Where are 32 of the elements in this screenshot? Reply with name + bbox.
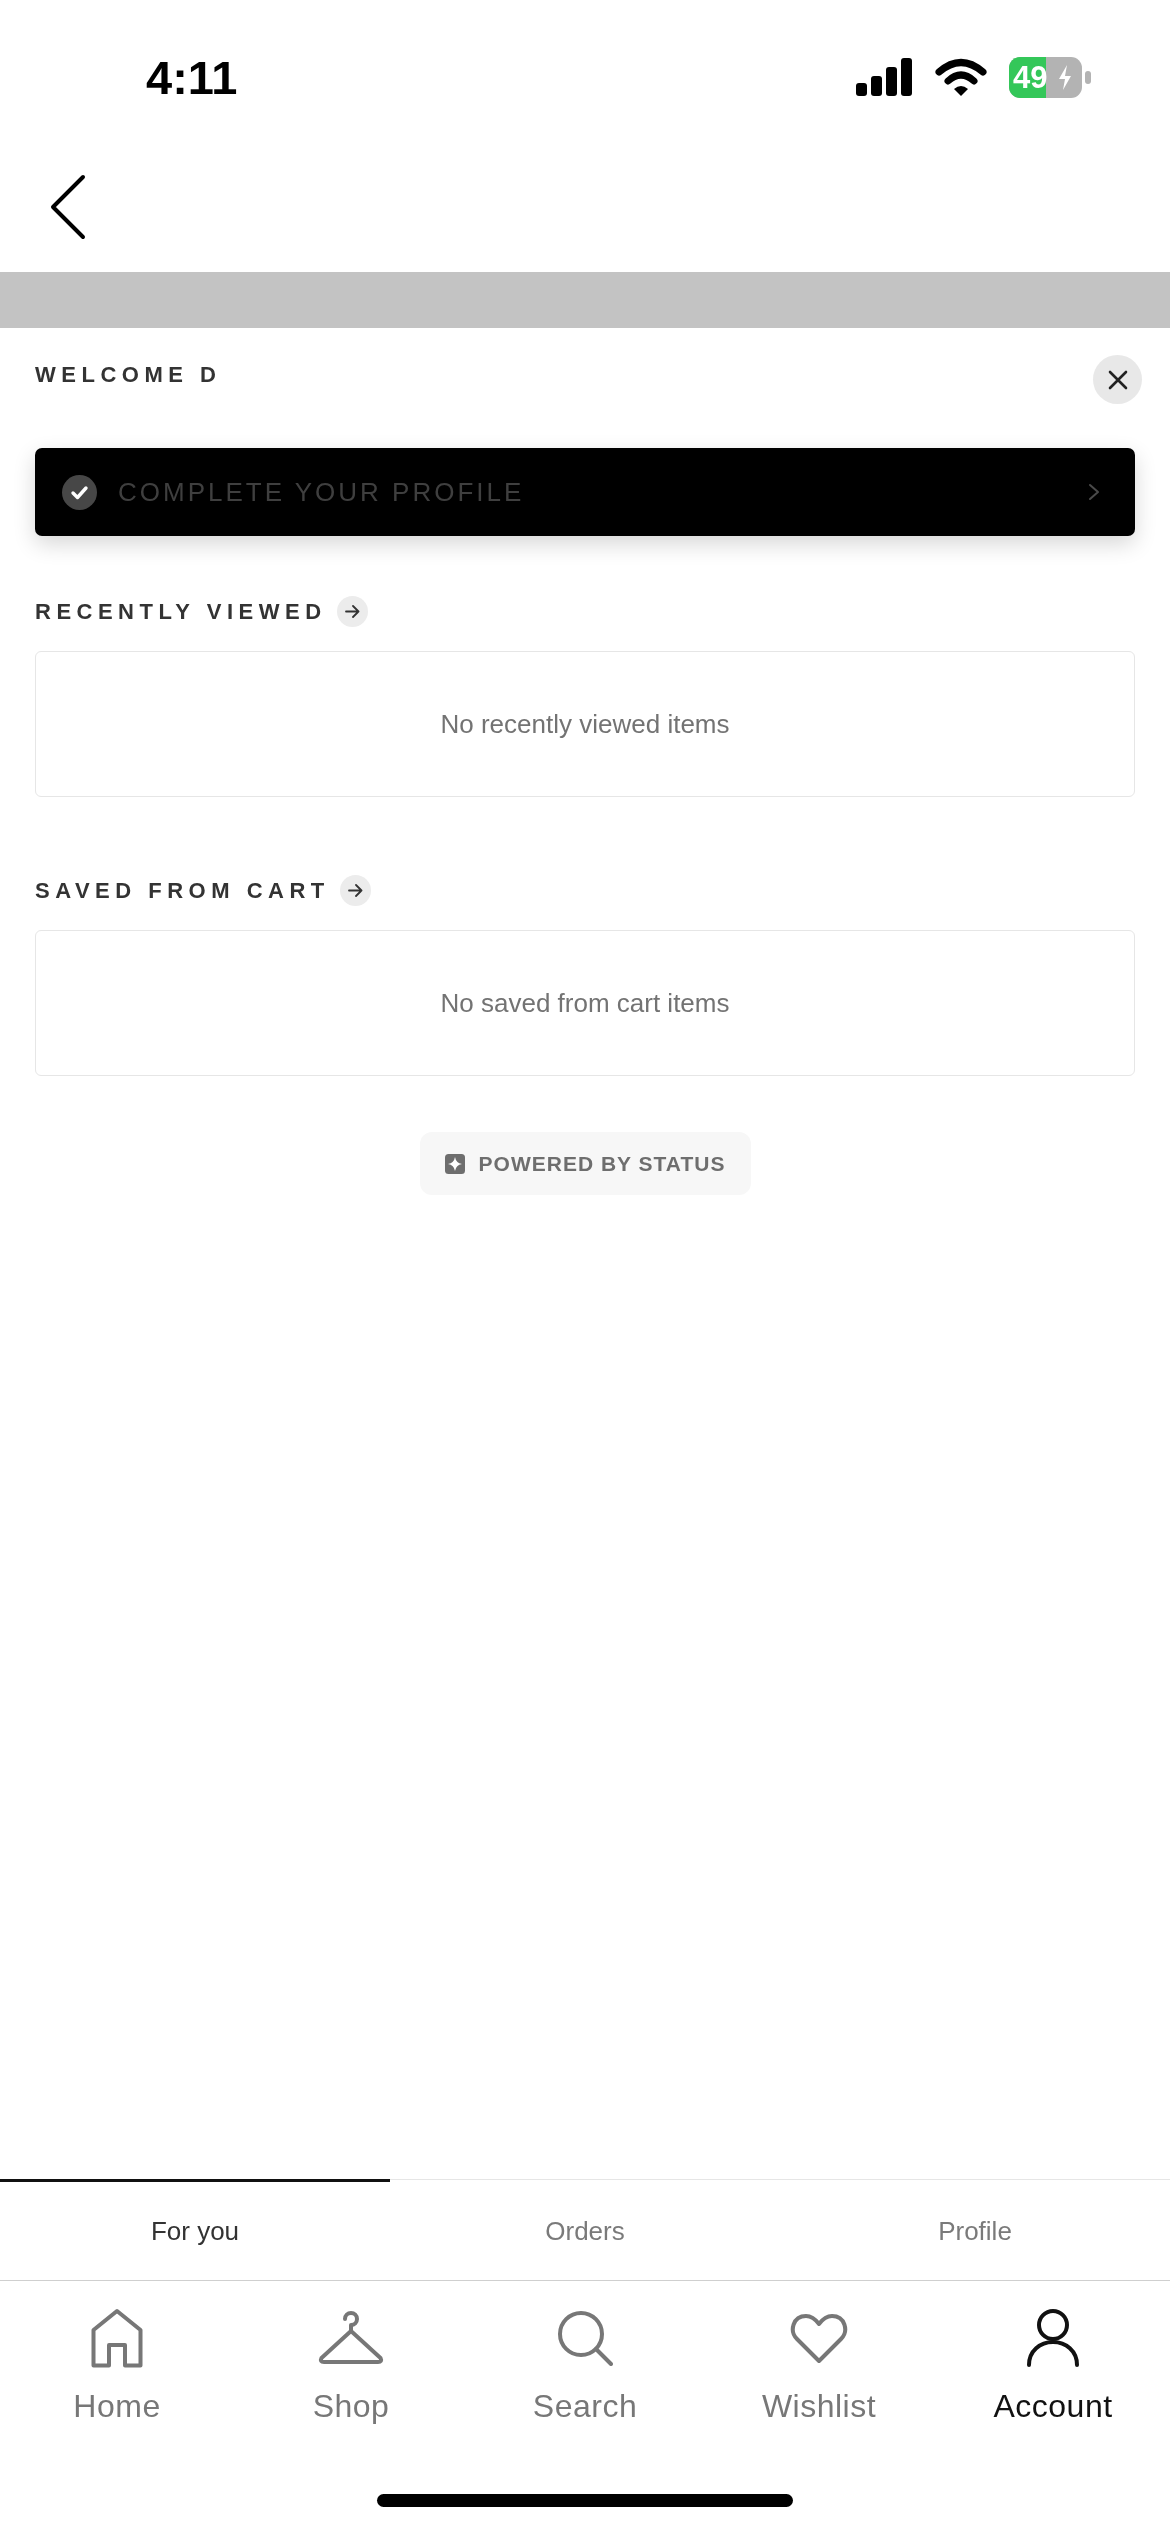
welcome-title: WELCOME D <box>35 364 222 386</box>
powered-by-link[interactable]: POWERED BY STATUS <box>419 1132 751 1195</box>
wifi-icon <box>935 58 987 96</box>
home-icon <box>91 2308 143 2368</box>
nav-item[interactable]: Home <box>0 2308 234 2425</box>
back-icon[interactable] <box>49 174 86 240</box>
section-title: SAVED FROM CART <box>35 879 330 902</box>
nav-item[interactable]: Search <box>468 2308 702 2425</box>
arrow-button[interactable] <box>336 596 368 627</box>
arrow-button[interactable] <box>339 875 371 906</box>
tab[interactable]: Orders <box>390 2179 780 2280</box>
status-time: 4:11 <box>146 53 238 101</box>
tab[interactable]: Profile <box>780 2179 1170 2280</box>
empty-message: No recently viewed items <box>440 711 730 737</box>
sparkle-icon <box>444 1153 465 1174</box>
nav-item[interactable]: Wishlist <box>702 2308 936 2425</box>
tab[interactable]: For you <box>0 2179 390 2280</box>
search-icon <box>557 2310 613 2366</box>
arrow-right-icon <box>344 605 360 618</box>
section-title: RECENTLY VIEWED <box>35 600 327 623</box>
heart-icon <box>790 2311 848 2365</box>
nav-item[interactable]: Account <box>936 2308 1170 2425</box>
signal-icon <box>856 58 913 96</box>
arrow-right-icon <box>347 884 363 897</box>
check-circle-icon <box>62 474 97 510</box>
person-icon <box>1027 2309 1079 2367</box>
close-button[interactable] <box>1093 355 1142 404</box>
hanger-icon <box>318 2310 384 2366</box>
close-icon <box>1107 369 1128 390</box>
nav-item[interactable]: Shop <box>234 2308 468 2425</box>
chevron-right-icon <box>1088 483 1100 501</box>
empty-message: No saved from cart items <box>440 990 730 1016</box>
